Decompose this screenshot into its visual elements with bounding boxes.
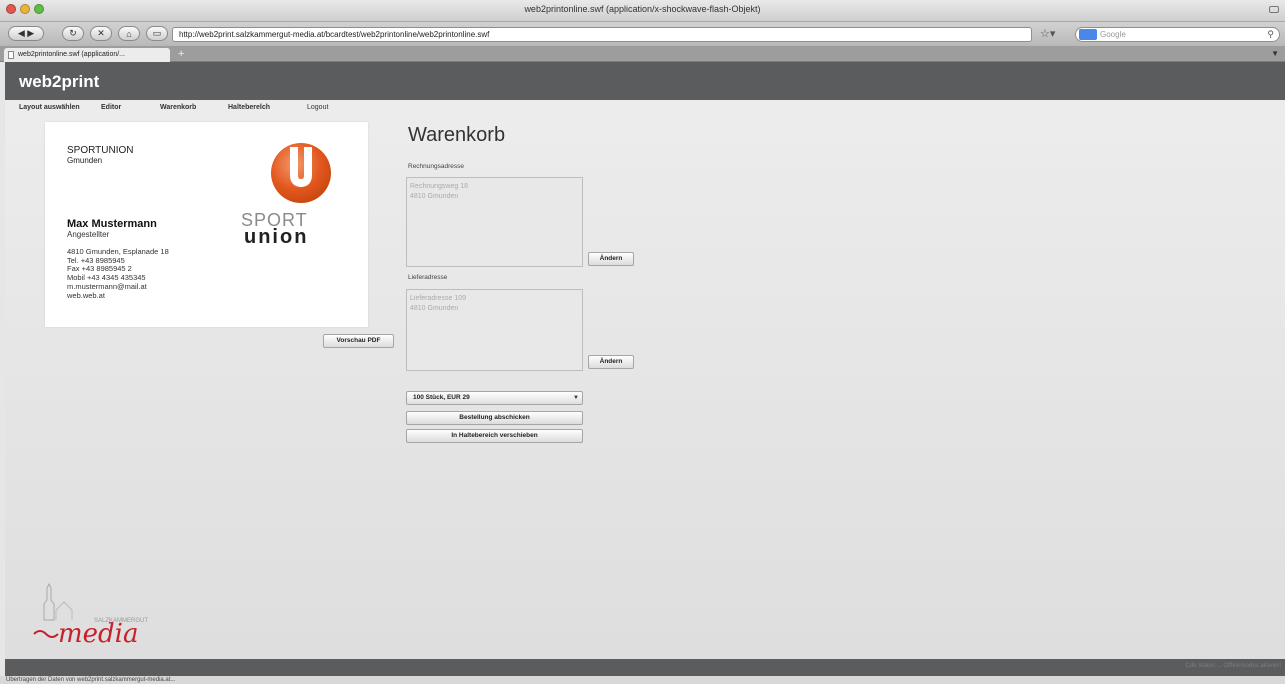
bookmark-button[interactable]: ▭ — [146, 26, 168, 41]
change-delivery-button[interactable]: Ändern — [588, 355, 634, 369]
tab-list-icon[interactable]: ▼ — [1271, 49, 1279, 58]
menu-warenkorb[interactable]: Warenkorb — [160, 104, 196, 111]
tab-bar: web2printonline.swf (application/... + ▼ — [0, 46, 1285, 62]
menu-editor[interactable]: Editor — [101, 104, 121, 111]
quantity-select[interactable]: 100 Stück, EUR 29 ▼ — [406, 391, 583, 405]
search-icon[interactable]: ⚲ — [1267, 28, 1274, 41]
business-card-preview: SPORTUNION Gmunden Max Mustermann Angest… — [45, 122, 368, 327]
card-organization: SPORTUNION Gmunden — [67, 146, 134, 166]
menu-layout-auswaehlen[interactable]: Layout auswählen — [19, 104, 80, 111]
brand-logo: web2print — [19, 72, 100, 91]
browser-tab[interactable]: web2printonline.swf (application/... — [4, 48, 170, 62]
change-billing-button[interactable]: Ändern — [588, 252, 634, 266]
home-button[interactable]: ⌂ — [118, 26, 140, 41]
card-org-name: SPORTUNION — [67, 145, 134, 156]
menu-haltebereich[interactable]: Halteberelch — [228, 104, 270, 111]
card-contact-details: 4810 Gmunden, Esplanade 18 Tel. +43 8985… — [67, 247, 169, 300]
submit-order-button[interactable]: Bestellung abschicken — [406, 411, 583, 425]
url-field[interactable]: http://web2print.salzkammergut-media.at/… — [172, 27, 1032, 42]
back-icon[interactable]: ◀ — [18, 28, 25, 39]
delivery-address-label: Lieferadresse — [408, 274, 448, 281]
card-web: web.web.at — [67, 290, 105, 300]
logo-word-union: union — [244, 226, 309, 248]
search-placeholder: Google — [1100, 30, 1126, 39]
page-icon: ▭ — [152, 28, 162, 38]
search-engine-icon[interactable] — [1079, 29, 1097, 40]
new-tab-button[interactable]: + — [178, 48, 184, 60]
card-job-title: Angestellter — [67, 230, 110, 239]
card-person-name: Max Mustermann — [67, 218, 157, 230]
search-input[interactable]: Google ⚲ — [1075, 27, 1280, 42]
app-footer: Cdb Status ... Offlinemodus aktiviert — [5, 659, 1285, 676]
billing-address-field[interactable]: Rechnungsweg 18 4810 Gmunden — [406, 177, 583, 267]
card-org-city: Gmunden — [67, 156, 103, 165]
stop-button[interactable]: ✕ — [90, 26, 112, 41]
dropdown-arrow-icon: ▼ — [573, 395, 579, 401]
salzkammergut-media-logo-icon: media SALZKAMMERGUT — [33, 582, 148, 649]
preview-pdf-button[interactable]: Vorschau PDF — [323, 334, 394, 348]
footer-logo-small: SALZKAMMERGUT — [94, 618, 148, 624]
window-title: web2printonline.swf (application/x-shock… — [524, 4, 761, 14]
delivery-address-field[interactable]: Lieferadresse 109 4810 Gmunden — [406, 289, 583, 371]
back-forward-buttons[interactable]: ◀ ▶ — [8, 26, 44, 41]
browser-toolbar: ◀ ▶ ↻ ✕ ⌂ ▭ http://web2print.salzkammerg… — [0, 22, 1285, 46]
bookmark-star-icon[interactable]: ☆▾ — [1040, 27, 1055, 40]
home-icon: ⌂ — [126, 28, 132, 39]
reload-icon: ↻ — [69, 28, 77, 38]
footer-status: Cdb Status ... Offlinemodus aktiviert — [1185, 663, 1281, 669]
browser-status-bar: Übertragen der Daten von web2print.salzk… — [0, 676, 1285, 684]
forward-icon[interactable]: ▶ — [27, 28, 34, 39]
stop-icon: ✕ — [97, 28, 105, 38]
quantity-selected-value: 100 Stück, EUR 29 — [413, 394, 470, 401]
page-title: Warenkorb — [408, 124, 506, 146]
reload-button[interactable]: ↻ — [62, 26, 84, 41]
main-menu: Layout auswählen Editor Warenkorb Halteb… — [5, 100, 1285, 117]
window-titlebar: web2printonline.swf (application/x-shock… — [0, 0, 1285, 22]
sportunion-logo-icon — [271, 143, 331, 203]
document-icon — [8, 51, 14, 59]
move-to-hold-button[interactable]: In Haltebereich verschieben — [406, 429, 583, 443]
tab-title: web2printonline.swf (application/... — [18, 51, 126, 58]
billing-address-label: Rechnungsadresse — [408, 163, 465, 170]
toolbar-toggle-button[interactable] — [1269, 6, 1279, 13]
menu-logout[interactable]: Logout — [307, 104, 328, 111]
app-header: web2print — [5, 62, 1285, 100]
